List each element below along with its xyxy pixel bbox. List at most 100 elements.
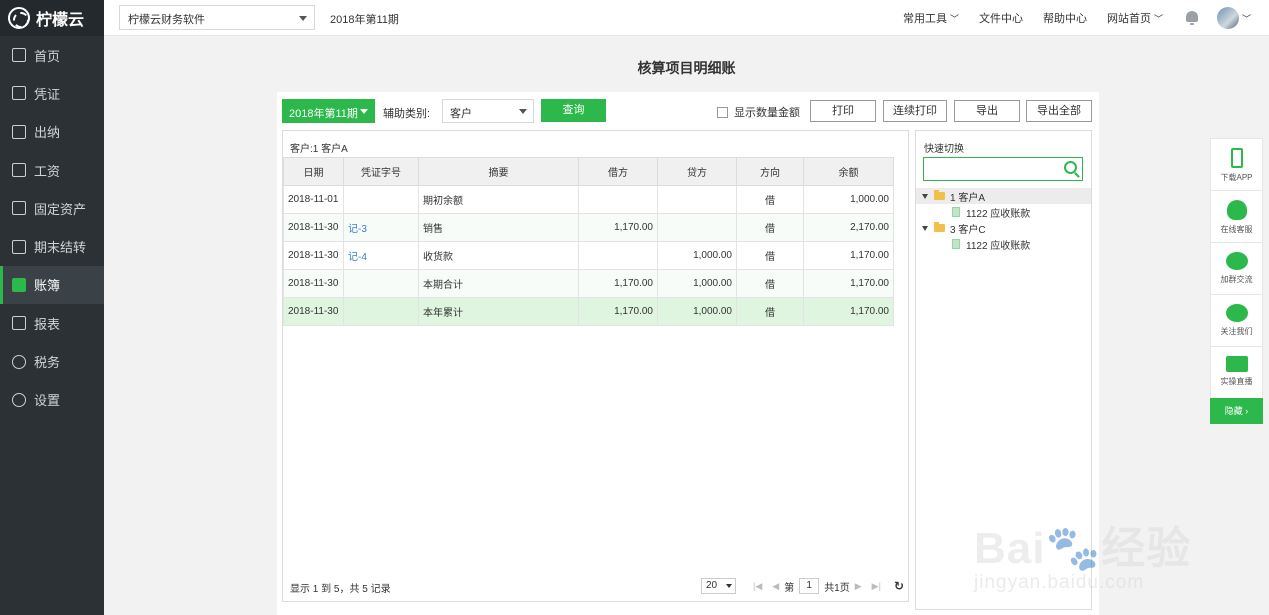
- avatar[interactable]: [1216, 7, 1239, 29]
- period-select-button[interactable]: 2018年第11期: [282, 99, 375, 123]
- tree-leaf[interactable]: 1122 应收账款: [916, 204, 1091, 220]
- sidebar-item-voucher[interactable]: 凭证: [0, 74, 104, 112]
- table-row-selected[interactable]: 2018-11-30 本年累计 1,170.00 1,000.00 借 1,17…: [283, 297, 894, 326]
- sidebar-item-reports[interactable]: 报表: [0, 304, 104, 342]
- direction-cell: 借: [736, 297, 804, 326]
- baidu-watermark: Bai🐾经验 jingyan.baidu.com: [970, 490, 1230, 610]
- voucher-link[interactable]: 记-3: [348, 224, 367, 235]
- balance-cell: 1,170.00: [803, 241, 894, 270]
- sidebar-item-home[interactable]: 首页: [0, 36, 104, 74]
- voucher-cell: [343, 269, 419, 298]
- date-cell: 2018-11-30: [283, 213, 344, 242]
- tools-menu[interactable]: 常用工具 ﹀: [903, 10, 959, 26]
- last-page-icon[interactable]: ▶|: [872, 581, 881, 592]
- tree-node[interactable]: 3 客户C: [916, 220, 1091, 236]
- column-header: 余额: [803, 157, 894, 186]
- debit-cell: 1,170.00: [578, 269, 658, 298]
- file-center-link[interactable]: 文件中心: [979, 10, 1023, 26]
- sidebar-item-period-close[interactable]: 期末结转: [0, 227, 104, 265]
- credit-cell: [657, 213, 737, 242]
- tree-node[interactable]: 1 客户A: [916, 188, 1091, 204]
- live-stream-button[interactable]: 实操直播: [1210, 346, 1263, 398]
- prev-page-icon[interactable]: ◀: [772, 581, 779, 592]
- direction-cell: 借: [736, 269, 804, 298]
- sidebar-item-settings[interactable]: 设置: [0, 381, 104, 419]
- voucher-link[interactable]: 记-4: [348, 252, 367, 263]
- voucher-icon: [12, 86, 26, 101]
- column-header: 方向: [736, 157, 804, 186]
- print-button[interactable]: 打印: [810, 100, 876, 122]
- tax-icon: [12, 354, 26, 369]
- column-header: 日期: [283, 157, 344, 186]
- sidebar-item-tax[interactable]: 税务: [0, 342, 104, 380]
- chevron-down-icon: [360, 109, 368, 114]
- quick-switch-title: 快速切换: [924, 144, 964, 155]
- asset-icon: [12, 201, 26, 216]
- sidebar-item-fixed-assets[interactable]: 固定资产: [0, 189, 104, 227]
- export-button[interactable]: 导出: [954, 100, 1020, 122]
- page-number-input[interactable]: 1: [799, 578, 820, 594]
- table-row[interactable]: 2018-11-30 记-4 收货款 1,000.00 借 1,170.00: [283, 241, 894, 270]
- sidebar-item-salary[interactable]: 工资: [0, 151, 104, 189]
- table-row[interactable]: 2018-11-30 记-3 销售 1,170.00 借 2,170.00: [283, 213, 894, 242]
- top-links: 常用工具 ﹀ 文件中心 帮助中心 网站首页 ﹀ ﹀: [883, 0, 1251, 36]
- app-logo[interactable]: 柠檬云: [0, 0, 104, 36]
- query-button[interactable]: 查询: [541, 99, 606, 122]
- company-select[interactable]: 柠檬云财务软件: [119, 5, 315, 30]
- watermark-brand: Bai🐾经验: [974, 524, 1192, 573]
- column-header: 贷方: [657, 157, 737, 186]
- batch-print-button[interactable]: 连续打印: [883, 100, 947, 122]
- credit-cell: [657, 185, 737, 214]
- show-quantity-checkbox[interactable]: 显示数量金额: [717, 104, 800, 120]
- qq-penguin-icon: [1226, 200, 1247, 220]
- ledger-table: 日期 凭证字号 摘要 借方 贷方 方向 余额 2018-11-01 期初余额 借: [283, 157, 894, 326]
- join-group-button[interactable]: 加群交流: [1210, 242, 1263, 294]
- date-cell: 2018-11-30: [283, 241, 344, 270]
- app-name: 柠檬云: [36, 12, 85, 29]
- voucher-cell: [343, 185, 419, 214]
- voucher-cell: [343, 297, 419, 326]
- page-size-select[interactable]: 20: [701, 578, 736, 594]
- chevron-down-icon: [519, 109, 527, 114]
- wechat-icon: [1225, 304, 1248, 322]
- gear-icon: [12, 392, 26, 407]
- expand-arrow-icon[interactable]: [922, 193, 928, 199]
- summary-cell: 期初余额: [418, 185, 579, 214]
- document-icon: [952, 239, 960, 249]
- checkbox-icon: [717, 106, 728, 118]
- chevron-down-icon[interactable]: ﹀: [1242, 12, 1251, 25]
- follow-us-button[interactable]: 关注我们: [1210, 294, 1263, 346]
- website-home-menu[interactable]: 网站首页 ﹀: [1107, 10, 1163, 26]
- summary-cell: 销售: [418, 213, 579, 242]
- tree-leaf[interactable]: 1122 应收账款: [916, 236, 1091, 252]
- table-header-row: 日期 凭证字号 摘要 借方 贷方 方向 余额: [283, 157, 894, 186]
- online-support-button[interactable]: 在线客服: [1210, 190, 1263, 242]
- summary-cell: 本期合计: [418, 269, 579, 298]
- direction-cell: 借: [736, 213, 804, 242]
- balance-cell: 1,170.00: [803, 269, 894, 298]
- top-bar: 柠檬云财务软件 2018年第11期 常用工具 ﹀ 文件中心 帮助中心 网站首页 ﹀ …: [104, 0, 1269, 36]
- table-row[interactable]: 2018-11-30 本期合计 1,170.00 1,000.00 借 1,17…: [283, 269, 894, 298]
- table-row[interactable]: 2018-11-01 期初余额 借 1,000.00: [283, 185, 894, 214]
- aux-type-select[interactable]: 客户: [442, 99, 534, 123]
- date-cell: 2018-11-30: [283, 269, 344, 298]
- sidebar-item-cashier[interactable]: 出纳: [0, 113, 104, 151]
- column-header: 借方: [578, 157, 658, 186]
- direction-cell: 借: [736, 241, 804, 270]
- export-all-button[interactable]: 导出全部: [1026, 100, 1092, 122]
- hide-bar-button[interactable]: 隐藏 ›: [1210, 398, 1263, 424]
- sidebar-item-ledger[interactable]: 账簿: [0, 265, 104, 305]
- voucher-cell: 记-3: [343, 213, 419, 242]
- refresh-icon[interactable]: ↻: [894, 579, 904, 593]
- next-page-icon[interactable]: ▶: [855, 581, 862, 592]
- first-page-icon[interactable]: |◀: [753, 581, 762, 592]
- page-title: 核算项目明细账: [637, 60, 736, 76]
- expand-arrow-icon[interactable]: [922, 225, 928, 231]
- search-icon[interactable]: [1064, 161, 1077, 174]
- quick-search-input[interactable]: [923, 157, 1083, 181]
- credit-cell: 1,000.00: [657, 241, 737, 270]
- download-app-button[interactable]: 下载APP: [1210, 138, 1263, 190]
- bell-icon[interactable]: [1185, 11, 1199, 25]
- help-center-link[interactable]: 帮助中心: [1043, 10, 1087, 26]
- direction-cell: 借: [736, 185, 804, 214]
